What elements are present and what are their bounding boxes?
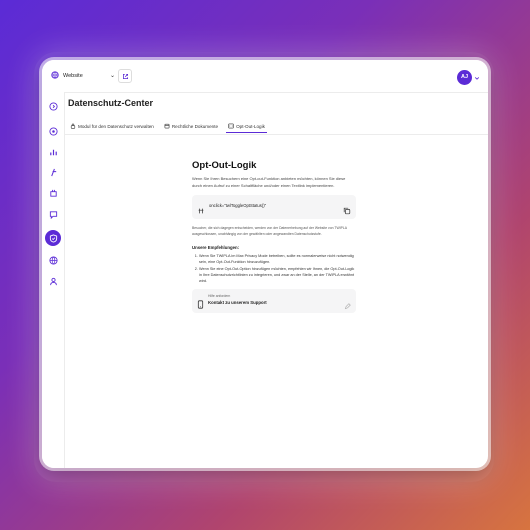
support-link[interactable]: Kontakt zu unserem Support: [208, 300, 267, 305]
code-snippet-box: onclick="twlToggleOptStatus()": [192, 195, 356, 219]
tab-legal-documents[interactable]: Rechtliche Dokumente: [162, 120, 220, 132]
collapse-sidebar-icon[interactable]: [47, 100, 59, 112]
opt-out-note: Besucher, die sich dagegen entscheiden, …: [192, 226, 347, 236]
code-icon: [197, 202, 205, 220]
analytics-icon[interactable]: [47, 146, 59, 158]
list-item: Wenn Sie eine Opt-Out-Option hinzufügen …: [199, 266, 356, 285]
visitors-icon[interactable]: [47, 166, 59, 178]
tab-opt-out-logic[interactable]: Opt-Out-Logik: [226, 120, 267, 133]
sidebar: [42, 92, 65, 468]
globe-icon: [51, 71, 59, 81]
recommendations-title: Unsere Empfehlungen:: [192, 245, 240, 250]
page-header: Datenschutz-Center Modul für den Datensc…: [64, 92, 488, 135]
external-link-icon: [122, 67, 129, 85]
document-icon: [164, 123, 170, 130]
shield-icon[interactable]: [45, 230, 61, 246]
tab-manage-privacy-module[interactable]: Modul für den Datenschutz verwalten: [68, 120, 156, 132]
opt-out-panel: Opt-Out-Logik Wenn Sie Ihren Besuchern e…: [192, 160, 356, 315]
behavior-icon[interactable]: [47, 187, 59, 199]
copy-icon[interactable]: [343, 202, 351, 220]
app-window: Website ⌄ AJ Datenschutz-Center Modul fü…: [42, 60, 488, 468]
tab-label: Opt-Out-Logik: [236, 123, 265, 129]
list-item: Wenn Sie TWIPLA im Max Privacy Mode betr…: [199, 253, 356, 266]
edit-icon: [344, 297, 351, 315]
intro-text: Wenn Sie Ihren Besuchern eine Opt-out-Fu…: [192, 176, 346, 188]
top-bar: Website ⌄ AJ: [42, 60, 488, 93]
section-heading: Opt-Out-Logik: [192, 160, 257, 171]
code-icon: [228, 123, 234, 130]
website-selector-label: Website: [63, 73, 83, 79]
lock-icon: [70, 123, 76, 130]
contact-support-card[interactable]: Hilfe anfordern Kontakt zu unserem Suppo…: [192, 289, 356, 315]
avatar: AJ: [457, 69, 472, 85]
external-link-button[interactable]: [118, 69, 132, 83]
globe-icon[interactable]: [47, 254, 59, 266]
user-icon[interactable]: [47, 275, 59, 287]
user-menu[interactable]: AJ: [457, 68, 480, 86]
support-caption: Hilfe anfordern: [208, 294, 231, 299]
page-title: Datenschutz-Center: [68, 98, 154, 108]
tab-label: Rechtliche Dokumente: [171, 123, 219, 129]
tab-label: Modul für den Datenschutz verwalten: [78, 123, 154, 129]
chevron-down-icon: ⌄: [109, 73, 115, 79]
phone-icon: [197, 296, 204, 314]
code-snippet[interactable]: onclick="twlToggleOptStatus()": [209, 203, 266, 208]
dashboard-icon[interactable]: [47, 125, 59, 137]
tab-bar: Modul für den Datenschutz verwalten Rech…: [68, 120, 267, 133]
chevron-down-icon: [474, 68, 480, 86]
website-selector[interactable]: Website ⌄: [51, 68, 115, 84]
feedback-icon[interactable]: [47, 208, 59, 220]
recommendations-list: Wenn Sie TWIPLA im Max Privacy Mode betr…: [192, 253, 356, 284]
